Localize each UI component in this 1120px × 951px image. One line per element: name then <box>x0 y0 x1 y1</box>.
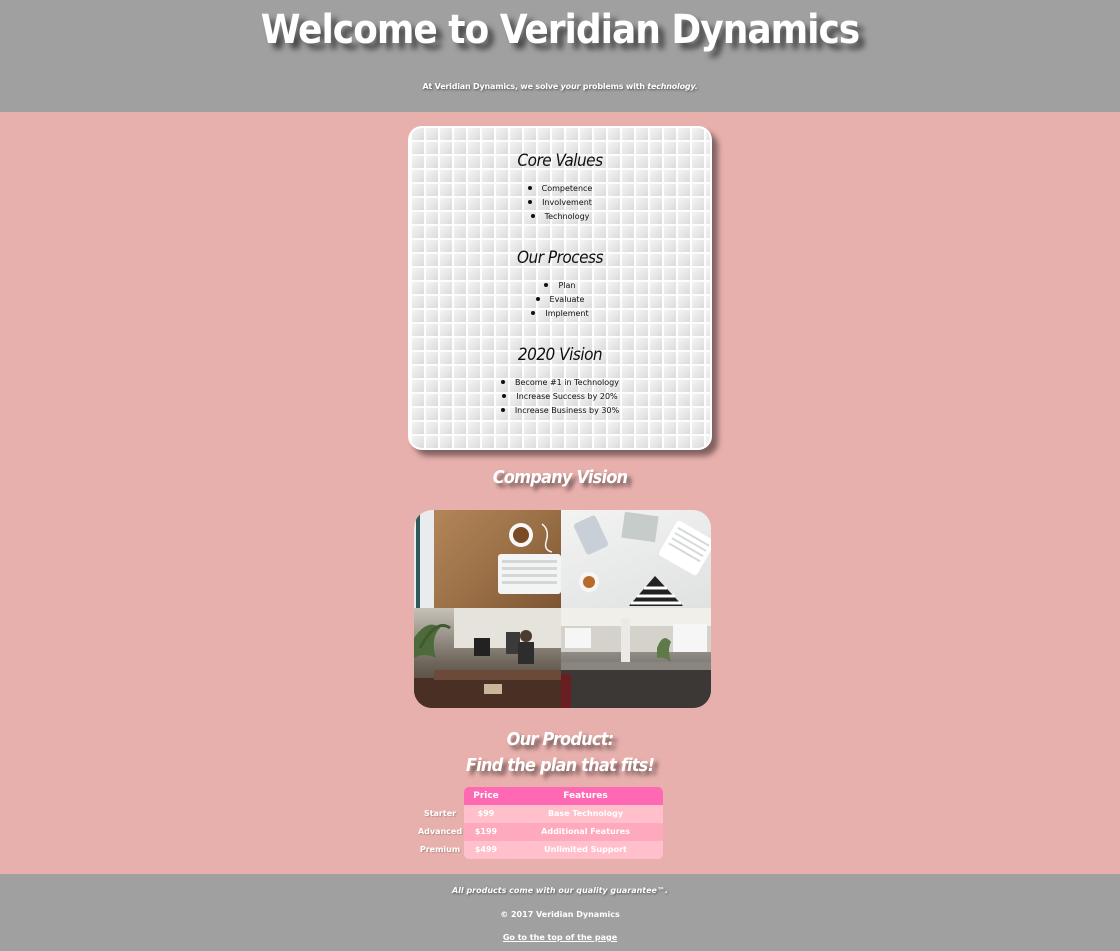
site-title: Welcome to Veridian Dynamics <box>260 7 860 53</box>
plan-price: $199 <box>474 827 498 836</box>
list-item: Increase Success by 20% <box>410 390 710 404</box>
back-to-top-link[interactable]: Go to the top of the page <box>503 933 617 942</box>
plan-price: $99 <box>477 809 495 818</box>
list-item: Implement <box>410 307 710 321</box>
list-item-label: Technology <box>544 212 590 221</box>
list-item-label: Competence <box>541 184 593 193</box>
tagline-emphasis-technology: technology. <box>647 82 698 91</box>
tagline-text-start: At Veridian Dynamics, we solve <box>422 82 561 91</box>
product-heading: Our Product: Find the plan that fits! <box>0 727 1120 779</box>
tagline-text-middle: problems with <box>580 82 648 91</box>
bullet-icon <box>544 282 549 287</box>
product-heading-line-1: Our Product: <box>506 729 615 750</box>
plan-name: Premium <box>419 845 461 854</box>
our-process-section: Our Process Plan Evaluate Implement <box>410 247 710 321</box>
pricing-table: Price Features Starter $99 Base Technolo… <box>416 787 664 859</box>
plan-name: Advanced <box>417 827 463 836</box>
plan-features: Base Technology <box>547 809 624 818</box>
bullet-icon <box>502 393 507 398</box>
list-item: Evaluate <box>410 293 710 307</box>
plan-price: $499 <box>474 845 498 854</box>
vision-2020-list: Become #1 in Technology Increase Success… <box>410 376 710 418</box>
our-process-list: Plan Evaluate Implement <box>410 279 710 321</box>
list-item: Technology <box>410 210 710 224</box>
tagline-emphasis-your: your <box>560 82 581 91</box>
price-column-header: Price <box>473 791 499 801</box>
white-desk-flatlay-photo <box>561 510 711 608</box>
office-workspace-photo <box>414 608 561 708</box>
list-item-label: Become #1 in Technology <box>515 378 619 387</box>
list-item-label: Evaluate <box>549 295 585 304</box>
plan-features: Additional Features <box>541 827 630 836</box>
pricing-header-row: Price Features <box>416 787 664 805</box>
page-footer: All products come with our quality guara… <box>0 874 1120 951</box>
list-item-label: Increase Business by 30% <box>514 406 620 415</box>
bullet-icon <box>530 213 535 218</box>
features-column-header: Features <box>563 791 608 801</box>
photo-gallery <box>414 510 711 708</box>
list-item: Become #1 in Technology <box>410 376 710 390</box>
bullet-icon <box>501 379 506 384</box>
quality-guarantee-text: All products come with our quality guara… <box>451 886 668 895</box>
table-row: Advanced $199 Additional Features <box>416 823 664 841</box>
table-row: Premium $499 Unlimited Support <box>416 841 664 859</box>
list-item: Plan <box>410 279 710 293</box>
tagline: At Veridian Dynamics, we solve your prob… <box>0 82 1120 91</box>
plan-features: Unlimited Support <box>544 845 627 854</box>
page-header: Welcome to Veridian Dynamics At Veridian… <box>0 0 1120 112</box>
core-values-section: Core Values Competence Involvement Techn… <box>410 150 710 224</box>
core-values-list: Competence Involvement Technology <box>410 182 710 224</box>
copyright-text: © 2017 Veridian Dynamics <box>500 910 620 919</box>
list-item-label: Implement <box>545 309 589 318</box>
core-values-heading: Core Values <box>517 151 603 171</box>
list-item-label: Increase Success by 20% <box>516 392 618 401</box>
bullet-icon <box>500 407 505 412</box>
list-item-label: Involvement <box>542 198 592 207</box>
bullet-icon <box>535 296 540 301</box>
table-row: Starter $99 Base Technology <box>416 805 664 823</box>
our-process-heading: Our Process <box>517 248 604 268</box>
company-vision-heading: Company Vision <box>492 467 628 488</box>
product-heading-line-2: Find the plan that fits! <box>465 755 655 776</box>
bullet-icon <box>527 185 532 190</box>
bullet-icon <box>528 199 533 204</box>
plan-name: Starter <box>423 809 457 818</box>
list-item: Involvement <box>410 196 710 210</box>
desk-keyboard-coffee-photo <box>414 510 561 608</box>
info-card: Core Values Competence Involvement Techn… <box>408 126 712 450</box>
vision-2020-heading: 2020 Vision <box>517 345 603 365</box>
list-item-label: Plan <box>558 281 576 290</box>
list-item: Competence <box>410 182 710 196</box>
list-item: Increase Business by 30% <box>410 404 710 418</box>
bullet-icon <box>531 310 536 315</box>
vision-2020-section: 2020 Vision Become #1 in Technology Incr… <box>410 344 710 418</box>
open-office-photo <box>561 608 711 708</box>
back-to-top-container: Go to the top of the page <box>0 933 1120 942</box>
